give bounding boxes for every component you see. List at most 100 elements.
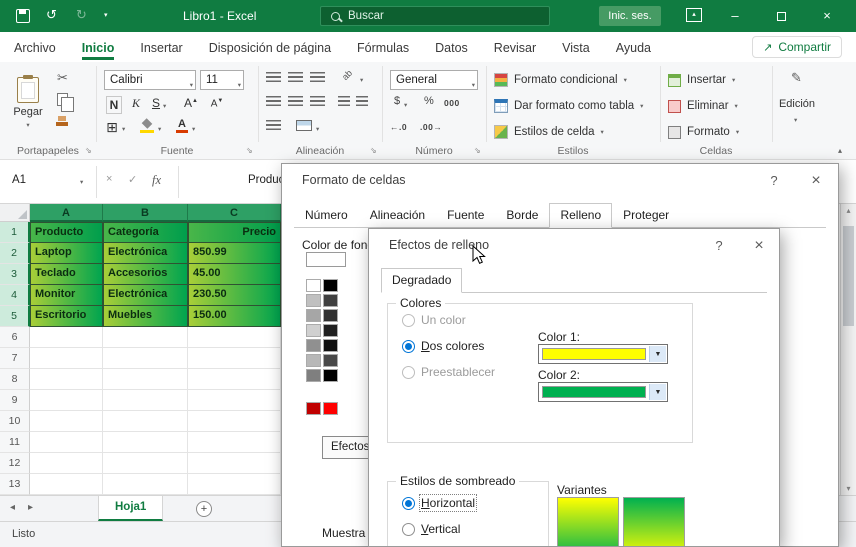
radio-vertical[interactable]: Vertical xyxy=(402,522,460,536)
sign-in-button[interactable]: Inic. ses. xyxy=(599,6,661,26)
cell[interactable]: Electrónica xyxy=(103,285,188,306)
radio-one-color[interactable]: Un color xyxy=(402,313,466,327)
cell[interactable] xyxy=(188,474,281,495)
cell[interactable]: 45.00 xyxy=(188,264,281,285)
color-swatch[interactable] xyxy=(306,354,321,367)
fill-color-chevron-icon[interactable]: ▾ xyxy=(158,125,161,133)
ribbon-display-options-icon[interactable]: ▴ xyxy=(686,8,702,22)
select-all-corner[interactable] xyxy=(0,204,30,222)
tab-degradado[interactable]: Degradado xyxy=(381,268,462,293)
tab-datos[interactable]: Datos xyxy=(435,34,468,60)
tab-archivo[interactable]: Archivo xyxy=(14,34,56,60)
tab-numero[interactable]: Número xyxy=(294,203,359,228)
insert-function-icon[interactable]: fx xyxy=(152,173,161,188)
sheet-tab-hoja1[interactable]: Hoja1 xyxy=(98,496,163,521)
prev-sheet-icon[interactable]: ◂ xyxy=(10,502,15,513)
cell[interactable] xyxy=(103,390,188,411)
editing-group-button[interactable]: ✎ Edición ▾ xyxy=(772,62,822,142)
cell[interactable] xyxy=(188,432,281,453)
cell[interactable] xyxy=(188,390,281,411)
radio-two-colors[interactable]: Dos colores xyxy=(402,339,484,353)
merge-chevron-icon[interactable]: ▾ xyxy=(316,125,319,133)
align-bottom-icon[interactable] xyxy=(310,72,325,83)
font-color-icon[interactable]: A xyxy=(176,118,188,130)
row-header[interactable]: 6 xyxy=(0,327,30,348)
orientation-icon[interactable]: ab xyxy=(340,68,354,82)
cell[interactable] xyxy=(30,369,103,390)
row-header[interactable]: 5 xyxy=(0,306,30,327)
percent-format-icon[interactable]: % xyxy=(424,95,434,107)
row-header[interactable]: 11 xyxy=(0,432,30,453)
scroll-down-icon[interactable]: ▾ xyxy=(841,484,856,493)
color-swatch[interactable] xyxy=(323,279,338,292)
cell[interactable] xyxy=(103,348,188,369)
cell[interactable]: Accesorios xyxy=(103,264,188,285)
color-swatch[interactable] xyxy=(323,294,338,307)
orientation-chevron-icon[interactable]: ▾ xyxy=(360,76,363,84)
cell[interactable] xyxy=(188,411,281,432)
color-swatch[interactable] xyxy=(323,354,338,367)
tab-alineacion[interactable]: Alineación xyxy=(359,203,436,228)
color-swatch[interactable] xyxy=(323,309,338,322)
chevron-down-icon[interactable]: ▼ xyxy=(649,346,666,362)
align-left-icon[interactable] xyxy=(266,96,281,107)
cell[interactable] xyxy=(30,327,103,348)
no-color-swatch[interactable] xyxy=(306,252,346,267)
font-color-chevron-icon[interactable]: ▾ xyxy=(192,125,195,133)
color1-select[interactable]: ▼ xyxy=(538,344,668,364)
color-swatch[interactable] xyxy=(323,402,338,415)
underline-chevron-icon[interactable]: ▾ xyxy=(163,102,166,110)
scroll-up-icon[interactable]: ▴ xyxy=(841,206,856,215)
cell[interactable]: Categoría xyxy=(103,222,188,243)
tab-fuente[interactable]: Fuente xyxy=(436,203,495,228)
decrease-indent-icon[interactable] xyxy=(338,96,350,107)
paste-button[interactable]: Pegar ▾ xyxy=(6,66,50,140)
align-center-icon[interactable] xyxy=(288,96,303,107)
chevron-down-icon[interactable]: ▼ xyxy=(649,384,666,400)
tab-revisar[interactable]: Revisar xyxy=(494,34,536,60)
close-button[interactable]: × xyxy=(804,0,850,32)
column-header-c[interactable]: C xyxy=(188,204,281,222)
cell[interactable]: Electrónica xyxy=(103,243,188,264)
number-format-select[interactable]: General▾ xyxy=(390,70,478,90)
fill-color-icon[interactable] xyxy=(140,120,154,133)
italic-button[interactable]: K xyxy=(128,96,144,111)
redo-icon[interactable]: ↻ xyxy=(76,7,87,23)
number-dialog-launcher-icon[interactable]: ⇘ xyxy=(474,146,481,155)
font-size-select[interactable]: 11▾ xyxy=(200,70,244,90)
tab-disposicion[interactable]: Disposición de página xyxy=(209,34,331,60)
row-header[interactable]: 13 xyxy=(0,474,30,495)
cell[interactable] xyxy=(103,432,188,453)
align-right-icon[interactable] xyxy=(310,96,325,107)
row-header[interactable]: 2 xyxy=(0,243,30,264)
cell[interactable]: Muebles xyxy=(103,306,188,327)
merge-center-icon[interactable] xyxy=(296,120,312,131)
currency-format-icon[interactable]: $ xyxy=(394,95,400,107)
cell[interactable]: Producto xyxy=(30,222,103,243)
align-middle-icon[interactable] xyxy=(288,72,303,83)
format-cells-button[interactable]: Formato▾ xyxy=(668,122,739,142)
color-swatch[interactable] xyxy=(306,402,321,415)
tab-formulas[interactable]: Fórmulas xyxy=(357,34,409,60)
tab-borde[interactable]: Borde xyxy=(495,203,549,228)
tab-inicio[interactable]: Inicio xyxy=(82,34,115,60)
cell[interactable] xyxy=(30,474,103,495)
cell[interactable]: Teclado xyxy=(30,264,103,285)
row-header[interactable]: 9 xyxy=(0,390,30,411)
help-icon[interactable]: ? xyxy=(705,234,733,258)
decrease-font-icon[interactable]: A▼ xyxy=(206,98,228,109)
bold-button[interactable]: N xyxy=(106,96,122,114)
variant-2[interactable] xyxy=(623,497,685,547)
font-dialog-launcher-icon[interactable]: ⇘ xyxy=(246,146,253,155)
conditional-formatting-button[interactable]: Formato condicional▾ xyxy=(494,70,627,90)
vertical-scrollbar[interactable]: ▴ ▾ xyxy=(840,204,856,495)
undo-icon[interactable]: ↺ xyxy=(46,7,57,23)
cell[interactable]: 150.00 xyxy=(188,306,281,327)
cell[interactable]: Laptop xyxy=(30,243,103,264)
align-top-icon[interactable] xyxy=(266,72,281,83)
color-swatch[interactable] xyxy=(306,339,321,352)
cell[interactable] xyxy=(30,348,103,369)
format-as-table-button[interactable]: Dar formato como tabla▾ xyxy=(494,96,643,116)
share-button[interactable]: ↗ Compartir xyxy=(752,36,842,58)
insert-cells-button[interactable]: Insertar▾ xyxy=(668,70,735,90)
